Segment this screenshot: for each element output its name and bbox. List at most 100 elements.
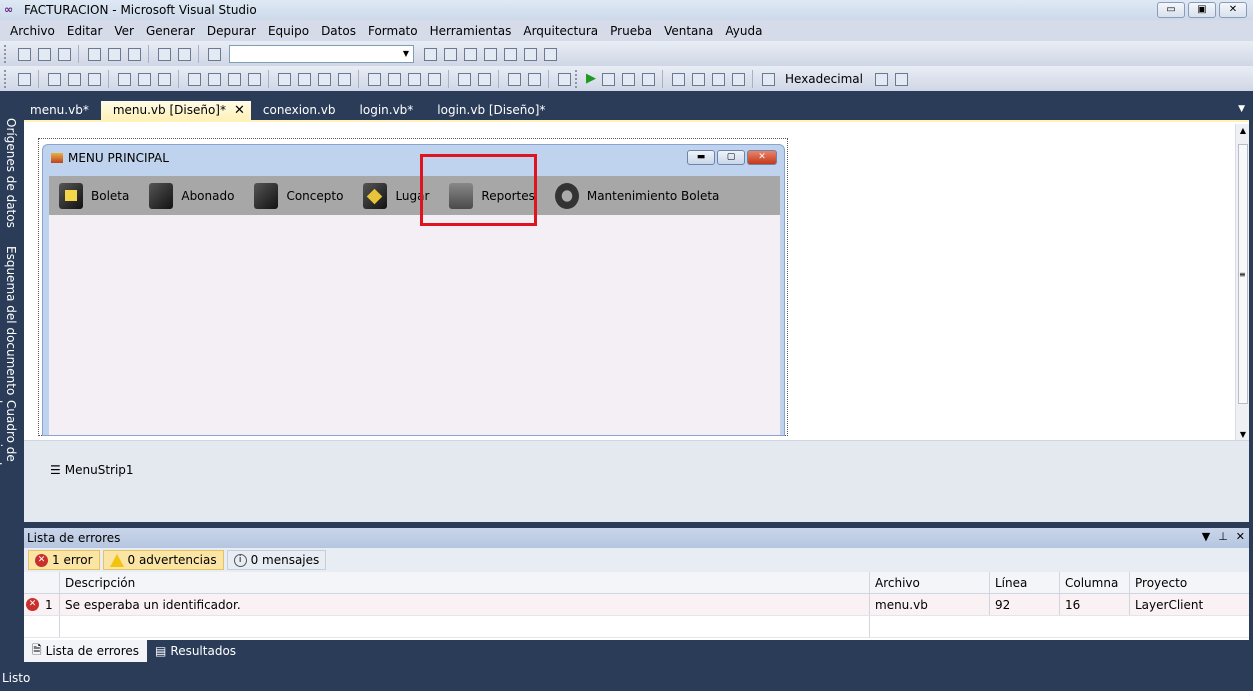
menu-ayuda[interactable]: Ayuda — [719, 24, 768, 38]
menu-datos[interactable]: Datos — [315, 24, 362, 38]
toolbar-grip[interactable] — [4, 44, 8, 63]
extension-icon[interactable] — [521, 45, 538, 62]
undo-icon[interactable] — [155, 45, 172, 62]
align-lefts-icon[interactable] — [45, 70, 62, 87]
column-header[interactable]: Línea — [990, 572, 1060, 593]
toolbar-grip[interactable] — [4, 69, 8, 88]
restart-icon[interactable] — [639, 70, 656, 87]
menu-herramientas[interactable]: Herramientas — [424, 24, 518, 38]
align-tops-icon[interactable] — [115, 70, 132, 87]
close-button[interactable]: ✕ — [1219, 2, 1247, 18]
vertical-scrollbar[interactable]: ▲ ≡ ▼ — [1235, 124, 1249, 442]
properties-icon[interactable] — [441, 45, 458, 62]
minimize-button[interactable]: ▭ — [1157, 2, 1185, 18]
menu-item-mantenimiento-boleta[interactable]: Mantenimiento Boleta — [545, 176, 730, 215]
h-spacing-equal-icon[interactable] — [275, 70, 292, 87]
form-close-button[interactable]: ✕ — [747, 150, 777, 165]
menu-item-boleta[interactable]: Boleta — [49, 176, 139, 215]
start-debugging-icon[interactable]: ▶ — [586, 71, 596, 86]
document-outline-tab[interactable]: Esquema del documento — [0, 228, 18, 395]
tab-conexion-vb[interactable]: conexion.vb — [251, 101, 348, 120]
find-icon[interactable] — [205, 45, 222, 62]
tab-error-list[interactable]: 🗎 Lista de errores — [24, 640, 148, 662]
menustrip-component[interactable]: ☰ MenuStrip1 — [50, 463, 134, 477]
same-height-icon[interactable] — [205, 70, 222, 87]
tab-results[interactable]: ▤ Resultados — [147, 640, 244, 662]
toolbox-tab[interactable]: Cuadro de herramientas — [0, 382, 18, 530]
form-designer-surface[interactable]: MENU PRINCIPAL ▬ ▢ ✕ Boleta Abonado Conc… — [24, 120, 1249, 522]
table-row[interactable]: ✕ 1 Se esperaba un identificador. menu.v… — [24, 594, 1249, 616]
solution-explorer-icon[interactable] — [421, 45, 438, 62]
menu-depurar[interactable]: Depurar — [201, 24, 262, 38]
menu-prueba[interactable]: Prueba — [604, 24, 658, 38]
toolbar-grip[interactable] — [575, 69, 579, 88]
menu-ventana[interactable]: Ventana — [658, 24, 719, 38]
close-panel-icon[interactable]: ✕ — [1236, 530, 1245, 543]
align-to-grid-icon[interactable] — [15, 70, 32, 87]
align-centers-icon[interactable] — [65, 70, 82, 87]
quickwatch-icon[interactable] — [759, 70, 776, 87]
send-to-back-icon[interactable] — [525, 70, 542, 87]
breakpoint-icon[interactable] — [872, 70, 889, 87]
maximize-button[interactable]: ▣ — [1188, 2, 1216, 18]
show-next-statement-icon[interactable] — [669, 70, 686, 87]
menu-archivo[interactable]: Archivo — [4, 24, 61, 38]
menu-generar[interactable]: Generar — [140, 24, 201, 38]
tab-login-vb-design[interactable]: login.vb [Diseño]* — [425, 101, 557, 120]
center-horizontally-icon[interactable] — [455, 70, 472, 87]
warnings-filter-button[interactable]: 0 advertencias — [102, 550, 224, 570]
redo-icon[interactable] — [175, 45, 192, 62]
menu-ver[interactable]: Ver — [108, 24, 140, 38]
step-out-icon[interactable] — [729, 70, 746, 87]
save-icon[interactable] — [35, 45, 52, 62]
same-width-icon[interactable] — [185, 70, 202, 87]
stop-icon[interactable] — [619, 70, 636, 87]
paste-icon[interactable] — [125, 45, 142, 62]
data-sources-tab[interactable]: Orígenes de datos — [0, 100, 18, 228]
component-tray[interactable]: ☰ MenuStrip1 — [24, 440, 1249, 522]
h-spacing-remove-icon[interactable] — [335, 70, 352, 87]
column-header[interactable]: Proyecto — [1130, 572, 1249, 593]
center-vertically-icon[interactable] — [475, 70, 492, 87]
step-into-icon[interactable] — [689, 70, 706, 87]
column-header[interactable]: Archivo — [870, 572, 990, 593]
align-rights-icon[interactable] — [85, 70, 102, 87]
step-over-icon[interactable] — [709, 70, 726, 87]
menu-item-abonado[interactable]: Abonado — [139, 176, 244, 215]
h-spacing-decrease-icon[interactable] — [315, 70, 332, 87]
v-spacing-decrease-icon[interactable] — [405, 70, 422, 87]
v-spacing-remove-icon[interactable] — [425, 70, 442, 87]
form-client-area[interactable] — [49, 215, 780, 435]
align-middles-icon[interactable] — [135, 70, 152, 87]
size-to-grid-icon[interactable] — [245, 70, 262, 87]
pause-icon[interactable] — [599, 70, 616, 87]
chevron-down-icon[interactable]: ▼ — [399, 46, 413, 62]
column-header[interactable]: Descripción — [60, 572, 870, 593]
panel-dropdown-icon[interactable]: ▼ — [1202, 530, 1210, 543]
object-browser-icon[interactable] — [461, 45, 478, 62]
command-window-icon[interactable] — [541, 45, 558, 62]
column-header[interactable] — [24, 572, 60, 593]
tab-menu-vb-design[interactable]: menu.vb [Diseño]* ✕ — [100, 101, 251, 120]
menu-equipo[interactable]: Equipo — [262, 24, 315, 38]
open-icon[interactable] — [15, 45, 32, 62]
start-page-icon[interactable] — [501, 45, 518, 62]
toolbox-icon[interactable] — [481, 45, 498, 62]
close-tab-icon[interactable]: ✕ — [234, 101, 245, 120]
h-spacing-increase-icon[interactable] — [295, 70, 312, 87]
menu-item-concepto[interactable]: Concepto — [244, 176, 353, 215]
menu-arquitectura[interactable]: Arquitectura — [517, 24, 604, 38]
save-all-icon[interactable] — [55, 45, 72, 62]
bring-to-front-icon[interactable] — [505, 70, 522, 87]
hexadecimal-toggle[interactable]: Hexadecimal — [779, 72, 869, 86]
configuration-combo[interactable]: ▼ — [229, 44, 414, 63]
tab-menu-vb[interactable]: menu.vb* — [18, 101, 101, 120]
tab-login-vb[interactable]: login.vb* — [348, 101, 426, 120]
column-header[interactable]: Columna — [1060, 572, 1130, 593]
messages-filter-button[interactable]: i 0 mensajes — [226, 550, 327, 570]
menu-principal-form[interactable]: MENU PRINCIPAL ▬ ▢ ✕ Boleta Abonado Conc… — [42, 144, 785, 436]
pin-icon[interactable]: ⊥ — [1218, 530, 1228, 543]
output-window-icon[interactable] — [892, 70, 909, 87]
form-minimize-button[interactable]: ▬ — [687, 150, 715, 165]
errors-filter-button[interactable]: ✕ 1 error — [28, 550, 100, 570]
